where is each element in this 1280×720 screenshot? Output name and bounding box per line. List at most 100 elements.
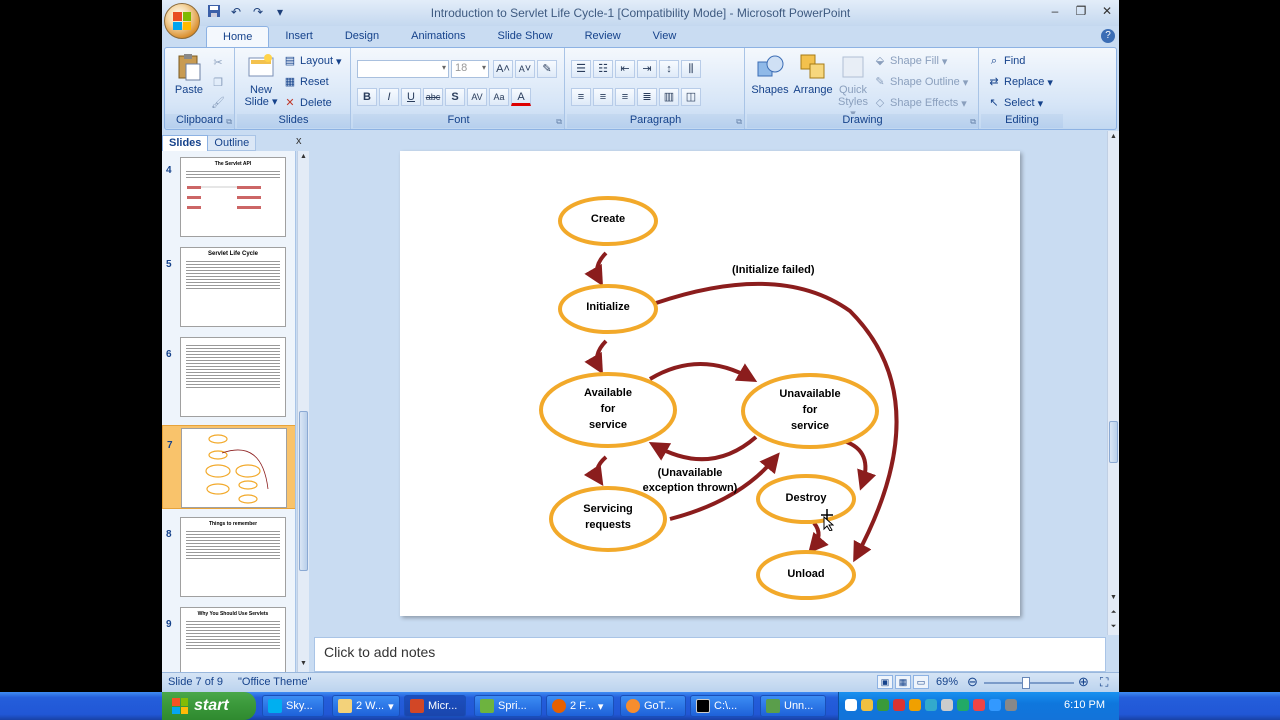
drawing-launcher-icon[interactable]: ⧉ [970,117,976,127]
close-pane-icon[interactable]: x [296,135,302,147]
format-painter-button[interactable]: 🖌 [211,94,225,112]
tray-icon-5[interactable] [925,699,937,711]
volume-icon[interactable] [1005,699,1017,711]
task-cmd[interactable]: C:\... [690,695,754,717]
help-tray-icon[interactable] [845,699,857,711]
zoom-level[interactable]: 69% [936,676,958,688]
slide-thumbnail-7[interactable]: 7 [162,425,295,509]
shrink-font-button[interactable]: A˅ [515,60,535,78]
tab-insert[interactable]: Insert [269,26,329,48]
zoom-slider[interactable] [984,677,1074,689]
select-button[interactable]: ↖ Select ▾ [987,94,1043,112]
tray-icon-7[interactable] [957,699,969,711]
task-skype[interactable]: Sky... [262,695,324,717]
delete-slide-button[interactable]: ✕ Delete [283,94,331,112]
notes-pane[interactable]: Click to add notes [314,637,1106,672]
paste-button[interactable]: Paste [171,52,207,96]
bullets-icon[interactable]: ☰ [571,60,591,78]
quick-styles-button[interactable]: Quick Styles ▾ [835,52,871,120]
task-gotomeeting[interactable]: GoT... [620,695,686,717]
tab-slides[interactable]: Slides [162,135,209,151]
layout-button[interactable]: ▤ Layout ▾ [283,52,342,70]
shape-fill-button[interactable]: ⬙ Shape Fill ▾ [873,52,948,70]
shapes-button[interactable]: Shapes [751,52,789,96]
grow-font-button[interactable]: A˄ [493,60,513,78]
help-icon[interactable]: ? [1101,29,1115,43]
tab-slide-show[interactable]: Slide Show [482,26,569,48]
save-icon[interactable] [206,4,222,20]
slide-thumbnail-4[interactable]: 4 The Servlet API [162,155,295,239]
slide-thumbnail-8[interactable]: 8 Things to remember [162,515,295,599]
slide-scrollbar[interactable]: ▲ ▼ ⏶ ⏷ [1107,131,1119,635]
thumbnails-scrollbar[interactable]: ▲ ▼ [297,151,309,672]
copy-button[interactable]: ❐ [211,74,225,92]
clear-format-icon[interactable]: ✎ [537,60,557,78]
reset-button[interactable]: ▦ Reset [283,73,329,91]
task-spring[interactable]: Spri... [474,695,542,717]
tab-home[interactable]: Home [206,26,270,48]
tray-icon-8[interactable] [973,699,985,711]
slide-thumbnail-9[interactable]: 9 Why You Should Use Servlets [162,605,295,672]
increase-indent-icon[interactable]: ⇥ [637,60,657,78]
redo-icon[interactable]: ↷ [250,4,266,20]
shape-outline-button[interactable]: ✎ Shape Outline ▾ [873,73,968,91]
smartart-icon[interactable]: ◫ [681,88,701,106]
change-case-button[interactable]: Aa [489,88,509,106]
arrange-button[interactable]: Arrange [791,52,835,96]
shadow-button[interactable]: S [445,88,465,106]
bold-button[interactable]: B [357,88,377,106]
slide-thumbnail-5[interactable]: 5 Servlet Life Cycle [162,245,295,329]
slide-sorter-icon[interactable]: ▦ [895,675,911,689]
slide-canvas[interactable]: Create Initialize Available for service … [400,151,1020,616]
replace-button[interactable]: ⇄ Replace ▾ [987,73,1053,91]
tab-outline[interactable]: Outline [208,135,257,151]
font-name-combo[interactable]: ▾ [357,60,449,78]
text-direction-icon[interactable]: ⫼ [681,60,701,78]
next-slide-icon[interactable]: ⏷ [1108,623,1119,631]
tray-icon-6[interactable] [941,699,953,711]
fit-to-window-icon[interactable]: ⛶ [1100,675,1108,690]
task-explorer[interactable]: 2 W... ▾ [332,695,400,717]
clipboard-launcher-icon[interactable]: ⧉ [226,117,232,127]
align-left-icon[interactable]: ≡ [571,88,591,106]
shape-effects-button[interactable]: ◇ Shape Effects ▾ [873,94,967,112]
line-spacing-icon[interactable]: ↕ [659,60,679,78]
font-color-button[interactable]: A [511,88,531,106]
zoom-in-icon[interactable]: ⊕ [1078,674,1089,690]
font-launcher-icon[interactable]: ⧉ [556,117,562,127]
new-slide-button[interactable]: New Slide ▾ [241,52,281,108]
paragraph-launcher-icon[interactable]: ⧉ [736,117,742,127]
scroll-down-icon[interactable]: ▼ [299,660,308,670]
restore-button[interactable]: ❐ [1073,3,1089,19]
normal-view-icon[interactable]: ▣ [877,675,893,689]
undo-icon[interactable]: ↶ [228,4,244,20]
task-firefox[interactable]: 2 F... ▾ [546,695,614,717]
tab-view[interactable]: View [637,26,693,48]
scroll-down-icon[interactable]: ▼ [1108,594,1119,601]
tab-review[interactable]: Review [569,26,637,48]
minimize-button[interactable]: – [1047,3,1063,19]
tab-design[interactable]: Design [329,26,395,48]
previous-slide-icon[interactable]: ⏶ [1108,609,1119,617]
align-center-icon[interactable]: ≡ [593,88,613,106]
numbering-icon[interactable]: ☷ [593,60,613,78]
char-spacing-button[interactable]: AV [467,88,487,106]
network-icon[interactable] [989,699,1001,711]
underline-button[interactable]: U [401,88,421,106]
task-unnamed[interactable]: Unn... [760,695,826,717]
italic-button[interactable]: I [379,88,399,106]
columns-icon[interactable]: ▥ [659,88,679,106]
justify-icon[interactable]: ≣ [637,88,657,106]
office-button[interactable] [164,3,200,39]
close-button[interactable]: ✕ [1099,3,1115,19]
customize-qat-icon[interactable]: ▾ [272,4,288,20]
find-button[interactable]: ⌕ Find [987,52,1026,70]
zoom-out-icon[interactable]: ⊖ [967,674,978,690]
strikethrough-button[interactable]: abc [423,88,443,106]
scroll-up-icon[interactable]: ▲ [1108,133,1119,140]
scroll-up-icon[interactable]: ▲ [299,153,308,163]
tray-icon-2[interactable] [877,699,889,711]
tray-icon-1[interactable] [861,699,873,711]
zoom-slider-knob[interactable] [1022,677,1030,689]
tray-icon-3[interactable] [893,699,905,711]
